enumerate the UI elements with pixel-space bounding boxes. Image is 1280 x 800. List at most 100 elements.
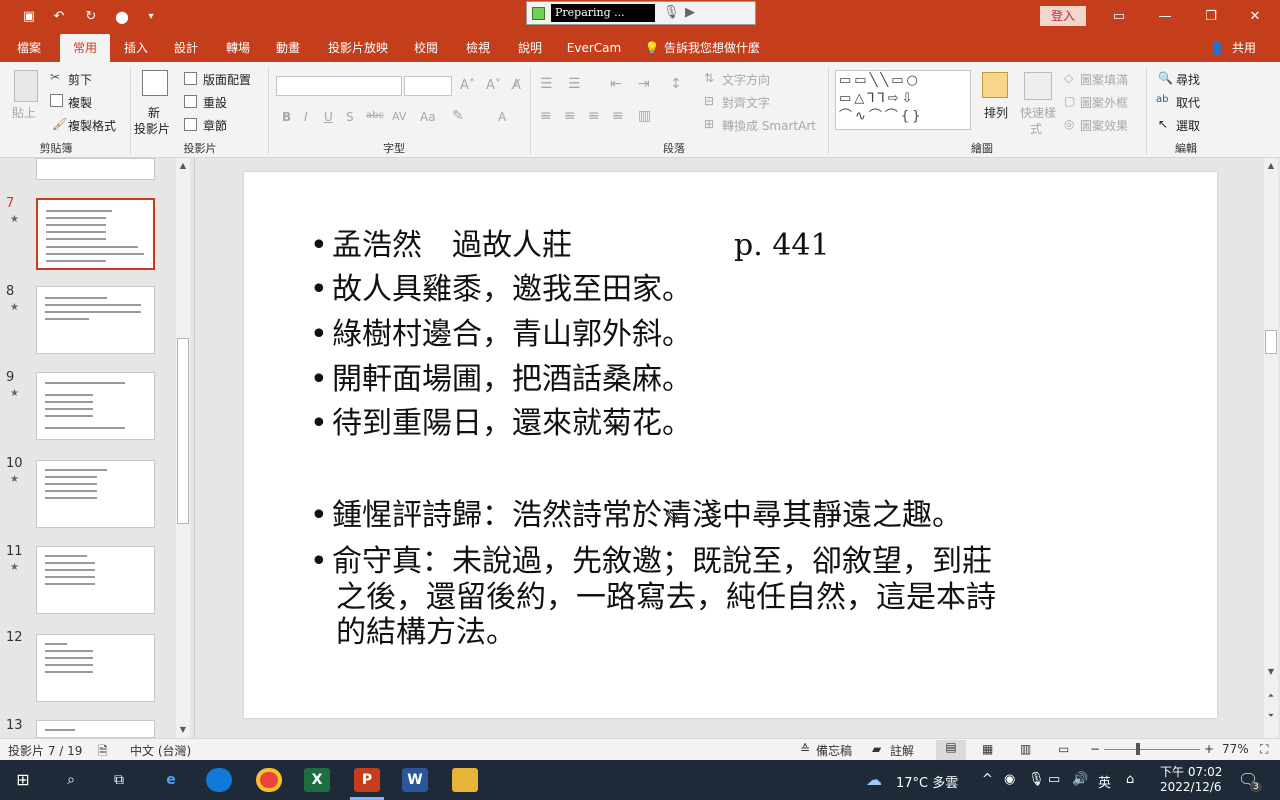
weather-icon[interactable]: ☁ (866, 770, 882, 789)
quick-styles-line1[interactable]: 快速樣 (1020, 104, 1056, 121)
edge-icon[interactable] (206, 768, 232, 792)
strikethrough-icon[interactable]: abc (366, 110, 384, 121)
slide-thumbnail-13[interactable] (36, 720, 155, 738)
shrink-font-icon[interactable]: A˅ (486, 78, 501, 93)
layout-button[interactable]: 版面配置 (203, 71, 251, 88)
microphone-icon[interactable]: 🎙 (663, 5, 680, 20)
shadow-icon[interactable]: S (346, 110, 354, 124)
slide-bullet[interactable]: • 故人具雞黍，邀我至田家。 (310, 272, 692, 308)
slide-bullet[interactable]: • 開軒面場圃，把酒話桑麻。 (310, 362, 692, 398)
share-button[interactable]: 共用 (1228, 34, 1260, 62)
tell-me-search[interactable]: 告訴我您想做什麼 (664, 34, 764, 62)
tab-animations[interactable]: 動畫 (268, 34, 308, 62)
windows-start-icon[interactable]: ⊞ (10, 768, 36, 792)
clear-format-icon[interactable]: A̸ (512, 78, 521, 93)
word-icon[interactable]: W (402, 768, 428, 792)
chrome-icon[interactable] (256, 768, 282, 792)
clock-time[interactable]: 下午 07:02 (1160, 763, 1222, 780)
editor-scroll-thumb[interactable] (1265, 330, 1277, 354)
redo-icon[interactable]: ↻ (82, 8, 100, 26)
line-spacing-icon[interactable]: ↕ (670, 76, 682, 92)
justify-icon[interactable]: ≡ (612, 108, 624, 124)
slide-bullet-title[interactable]: • 孟浩然 過故人莊 (310, 228, 572, 264)
numbering-icon[interactable]: ☰ (568, 76, 581, 92)
tab-slideshow[interactable]: 投影片放映 (320, 34, 396, 62)
font-size-dropdown[interactable] (404, 76, 452, 96)
notes-button[interactable]: 備忘稿 (816, 742, 852, 759)
recorder-green-indicator[interactable] (532, 7, 545, 20)
tray-chevron-icon[interactable]: ^ (982, 772, 993, 787)
arrange-button[interactable]: 排列 (984, 104, 1008, 121)
tray-record-icon[interactable]: ◉ (1004, 772, 1015, 787)
tab-design[interactable]: 設計 (166, 34, 206, 62)
shape-effects-button[interactable]: 圖案效果 (1080, 117, 1128, 134)
scroll-up-icon[interactable]: ▲ (1264, 160, 1278, 172)
slide-thumbnail-11[interactable] (36, 546, 155, 614)
slide-canvas[interactable]: • 孟浩然 過故人莊 p. 441 • 故人具雞黍，邀我至田家。 • 綠樹村邊合，青山… (244, 172, 1217, 718)
scroll-down-icon[interactable]: ▼ (176, 724, 190, 736)
slide-thumbnail-6[interactable] (36, 158, 155, 180)
align-text-button[interactable]: 對齊文字 (722, 94, 770, 111)
shape-outline-button[interactable]: 圖案外框 (1080, 94, 1128, 111)
tab-file[interactable]: 檔案 (8, 34, 50, 62)
clock-date[interactable]: 2022/12/6 (1160, 780, 1222, 794)
section-button[interactable]: 章節 (203, 117, 227, 134)
volume-icon[interactable]: 🔊 (1072, 772, 1088, 787)
zoom-slider[interactable] (1104, 749, 1200, 750)
powerpoint-icon[interactable]: P (354, 768, 380, 792)
tab-help[interactable]: 說明 (510, 34, 550, 62)
slide-bullet[interactable]: • 俞守真：未說過，先敘邀；既說至，卻敘望，到莊 (310, 544, 992, 580)
reset-button[interactable]: 重設 (203, 94, 227, 111)
ribbon-display-icon[interactable]: ▭ (1104, 7, 1134, 27)
slide-thumbnail-9[interactable] (36, 372, 155, 440)
select-button[interactable]: 選取 (1176, 117, 1200, 134)
paste-button[interactable]: 貼上 (12, 104, 36, 121)
tab-view[interactable]: 檢視 (458, 34, 498, 62)
char-spacing-icon[interactable]: AV (392, 110, 406, 123)
replace-button[interactable]: 取代 (1176, 94, 1200, 111)
zoom-in-icon[interactable]: + (1204, 742, 1214, 756)
prev-slide-icon[interactable]: ⏶ (1264, 690, 1278, 702)
task-view-icon[interactable]: ⧉ (106, 768, 132, 792)
reading-view-icon[interactable]: ▥ (1020, 742, 1031, 756)
ime-indicator[interactable]: 英 (1098, 772, 1111, 791)
slide-thumbnail-8[interactable] (36, 286, 155, 354)
format-painter-button[interactable]: 複製格式 (68, 117, 116, 134)
record-icon[interactable]: ● (113, 8, 131, 26)
excel-icon[interactable]: X (304, 768, 330, 792)
network-icon[interactable]: ▭ (1048, 772, 1060, 787)
minimize-icon[interactable]: — (1150, 7, 1180, 27)
new-slide-line1[interactable]: 新 (148, 104, 160, 121)
search-icon[interactable]: ⌕ (58, 768, 84, 792)
tab-home[interactable]: 常用 (60, 34, 110, 62)
shapes-gallery[interactable]: ▭▭╲╲▭○ ▭△⅂⅂⇨⇩ ⌒∿⌒⌒{} (835, 70, 971, 130)
camera-icon[interactable]: ▶ (685, 5, 695, 20)
tab-transitions[interactable]: 轉場 (218, 34, 258, 62)
change-case-icon[interactable]: Aa (420, 110, 436, 124)
align-right-icon[interactable]: ≡ (588, 108, 600, 124)
font-color-icon[interactable]: A (498, 110, 506, 124)
language-indicator[interactable]: 中文 (台灣) (130, 742, 191, 759)
cut-button[interactable]: 剪下 (68, 71, 92, 88)
slide-bullet[interactable]: • 綠樹村邊合，青山郭外斜。 (310, 317, 692, 353)
normal-view-icon[interactable]: ▤ (936, 740, 966, 760)
grow-font-icon[interactable]: A˄ (460, 78, 475, 93)
undo-icon[interactable]: ↶ (50, 8, 68, 26)
underline-icon[interactable]: U (324, 110, 333, 124)
zoom-out-icon[interactable]: − (1090, 742, 1100, 756)
restore-icon[interactable]: ❐ (1196, 7, 1226, 27)
bullets-icon[interactable]: ☰ (540, 76, 553, 92)
smartart-button[interactable]: 轉換成 SmartArt (722, 117, 816, 134)
tab-insert[interactable]: 插入 (116, 34, 156, 62)
copy-button[interactable]: 複製 (68, 94, 92, 111)
save-icon[interactable]: ▣ (20, 8, 38, 26)
slideshow-icon[interactable]: ▭ (1058, 742, 1069, 756)
highlight-icon[interactable]: ✎ (452, 108, 464, 124)
customize-qa-icon[interactable]: ▾ (142, 8, 160, 26)
slide-thumbnail-10[interactable] (36, 460, 155, 528)
scroll-up-icon[interactable]: ▲ (176, 160, 190, 172)
slide-sorter-icon[interactable]: ▦ (982, 742, 993, 756)
comments-button[interactable]: 註解 (890, 742, 914, 759)
shape-fill-button[interactable]: 圖案填滿 (1080, 71, 1128, 88)
italic-icon[interactable]: I (304, 110, 308, 124)
